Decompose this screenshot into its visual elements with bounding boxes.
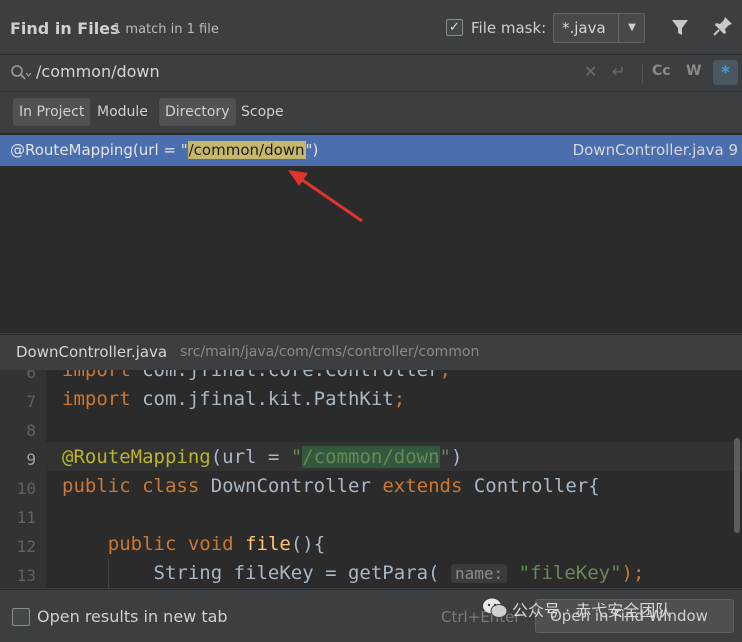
token: " bbox=[290, 446, 303, 468]
clear-icon[interactable]: ✕ bbox=[584, 62, 597, 81]
token: void bbox=[187, 533, 234, 555]
wechat-logo-icon bbox=[483, 598, 508, 618]
new-tab-checkbox[interactable] bbox=[12, 608, 30, 626]
token: com.jfinal.kit.PathKit bbox=[130, 388, 394, 410]
token: " bbox=[439, 446, 451, 468]
whole-words-button[interactable]: W bbox=[686, 63, 701, 79]
token: ); bbox=[621, 562, 645, 584]
token: import bbox=[62, 388, 131, 410]
scope-scope[interactable]: Scope bbox=[235, 98, 290, 126]
line-number: 7 bbox=[26, 392, 36, 411]
code-line: @RouteMapping(url = "/common/down") bbox=[62, 446, 462, 468]
token: import bbox=[62, 370, 131, 381]
newline-icon[interactable]: ↵ bbox=[612, 62, 625, 81]
editor-scrollbar[interactable] bbox=[734, 438, 740, 533]
token: DownController bbox=[199, 475, 383, 497]
annotation-arrow-icon bbox=[288, 170, 363, 223]
new-tab-label[interactable]: Open results in new tab bbox=[37, 607, 228, 626]
token: class bbox=[142, 475, 200, 497]
token: "fileKey" bbox=[518, 562, 622, 584]
token: public bbox=[107, 533, 177, 555]
file-mask-value[interactable]: *.java bbox=[562, 19, 606, 37]
scope-directory[interactable]: Directory bbox=[159, 98, 236, 126]
line-number: 13 bbox=[16, 566, 36, 585]
preview-header: DownController.java src/main/java/com/cm… bbox=[0, 334, 742, 371]
regex-button[interactable]: * bbox=[713, 60, 738, 85]
code-line: import com.jfinal.kit.PathKit; bbox=[62, 388, 405, 410]
token: ; bbox=[393, 388, 406, 410]
code-line: String fileKey = getPara( name: "fileKey… bbox=[62, 562, 645, 584]
line-number: 6 bbox=[26, 370, 36, 382]
code-preview[interactable]: 6 import com.jfinal.core.Controller; 7 i… bbox=[0, 370, 742, 588]
param-hint: name: bbox=[450, 564, 508, 583]
token: Controller{ bbox=[462, 475, 600, 497]
result-code: @RouteMapping(url = "/common/down") bbox=[10, 141, 318, 159]
result-row[interactable]: @RouteMapping(url = "/common/down") Down… bbox=[0, 135, 742, 166]
find-header: Find in Files 1 match in 1 file ✓ File m… bbox=[0, 0, 742, 55]
line-number: 9 bbox=[26, 450, 36, 469]
line-number: 10 bbox=[16, 479, 36, 498]
token: (){ bbox=[290, 533, 326, 555]
search-icon[interactable] bbox=[10, 64, 32, 82]
result-prefix: @RouteMapping(url = " bbox=[10, 141, 188, 159]
token: (url = bbox=[210, 446, 291, 468]
pin-icon[interactable] bbox=[712, 15, 734, 37]
chevron-down-icon[interactable]: ▼ bbox=[618, 14, 645, 42]
token: public bbox=[62, 475, 131, 497]
token: ) bbox=[450, 446, 463, 468]
preview-file-name: DownController.java bbox=[16, 343, 168, 361]
match-summary: 1 match in 1 file bbox=[113, 22, 219, 37]
preview-file-path: src/main/java/com/cms/controller/common bbox=[180, 344, 480, 360]
token: file bbox=[245, 533, 291, 555]
file-mask-combo[interactable]: *.java ▼ bbox=[553, 13, 645, 43]
filter-icon[interactable] bbox=[670, 16, 690, 38]
watermark-text: 公众号 · 赤弋安全团队 bbox=[512, 601, 672, 620]
dialog-title: Find in Files bbox=[10, 19, 120, 38]
token: extends bbox=[382, 475, 463, 497]
line-number: 12 bbox=[16, 537, 36, 556]
regex-icon: * bbox=[721, 63, 730, 83]
token-highlight: /common/down bbox=[302, 446, 440, 468]
toolbar-separator bbox=[642, 63, 643, 83]
token: String bbox=[153, 562, 223, 584]
file-mask-checkbox[interactable]: ✓ bbox=[446, 19, 463, 36]
token: com.jfinal.core.Controller bbox=[130, 370, 440, 381]
token: fileKey = getPara( bbox=[222, 562, 440, 584]
result-file: DownController.java 9 bbox=[572, 141, 738, 159]
token: @RouteMapping bbox=[62, 446, 211, 468]
token: ; bbox=[439, 370, 451, 381]
scope-tabs: In Project Module Directory Scope bbox=[0, 92, 742, 132]
watermark: 公众号 · 赤弋安全团队 bbox=[482, 596, 722, 622]
code-line: public void file(){ bbox=[62, 533, 325, 555]
scope-module[interactable]: Module bbox=[91, 98, 154, 126]
search-input[interactable]: /common/down bbox=[36, 62, 160, 81]
line-number: 11 bbox=[16, 508, 36, 527]
result-match: /common/down bbox=[187, 141, 306, 159]
line-number: 8 bbox=[26, 421, 36, 440]
file-mask-label: File mask: bbox=[471, 19, 547, 37]
result-suffix: ") bbox=[305, 141, 319, 159]
match-case-button[interactable]: Cc bbox=[652, 63, 671, 79]
code-line: public class DownController extends Cont… bbox=[62, 475, 600, 497]
code-line: import com.jfinal.core.Controller; bbox=[62, 370, 451, 381]
search-row: /common/down ✕ ↵ Cc W * bbox=[0, 55, 742, 92]
scope-in-project[interactable]: In Project bbox=[13, 98, 91, 126]
